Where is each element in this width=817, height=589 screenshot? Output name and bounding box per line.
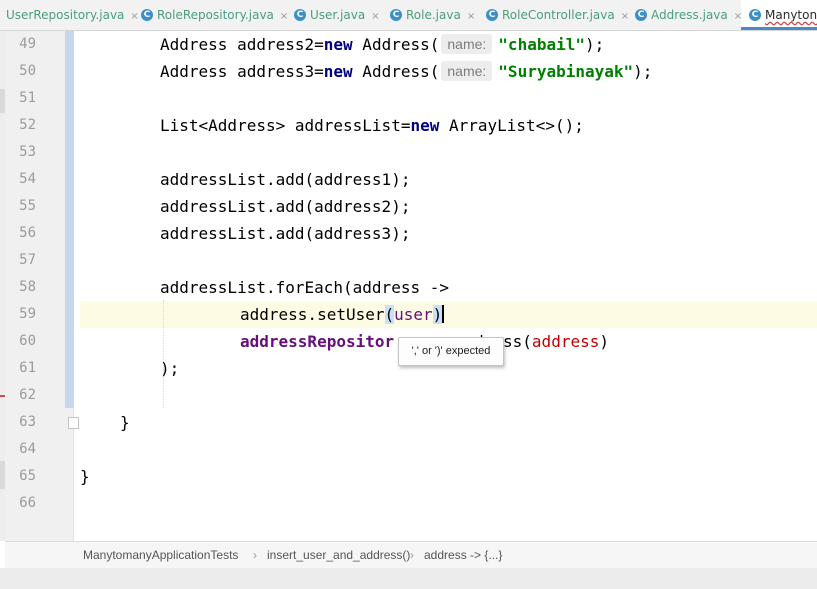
line-number: 62: [19, 387, 36, 403]
line-number: 54: [19, 171, 36, 187]
line-number: 52: [19, 117, 36, 133]
line-number: 56: [19, 225, 36, 241]
line-number: 51: [19, 90, 36, 106]
close-icon[interactable]: ×: [621, 11, 629, 22]
code-line-49: Address address2=new Address(name: "chaba…: [160, 34, 605, 54]
tab-manytomany-tests[interactable]: C Manyton: [741, 0, 817, 30]
tab-role[interactable]: C Role.java ×: [390, 0, 475, 30]
editor-tab-bar: UserRepository.java × C RoleRepository.jav…: [0, 0, 817, 31]
line-number: 58: [19, 279, 36, 295]
tab-label: Manyton: [765, 8, 817, 22]
tab-role-controller[interactable]: C RoleController.java ×: [486, 0, 629, 30]
brace-match: ): [432, 305, 443, 324]
tab-label: RoleController.java: [502, 8, 615, 22]
tab-label: UserRepository.java: [6, 8, 125, 22]
class-icon: C: [486, 8, 498, 21]
tab-label: Address.java: [651, 8, 728, 22]
status-strip: [0, 568, 817, 589]
current-line-highlight: [80, 301, 817, 328]
tab-label: Role.java: [406, 8, 461, 22]
line-number: 61: [19, 360, 36, 376]
line-number: 50: [19, 63, 36, 79]
line-number: 55: [19, 198, 36, 214]
tab-label: RoleRepository.java: [157, 8, 274, 22]
class-icon: C: [294, 8, 306, 21]
breadcrumb-lambda[interactable]: address -> {...}: [424, 542, 502, 568]
parameter-hint: name:: [441, 61, 493, 81]
breadcrumb: ManytomanyApplicationTests › insert_user…: [5, 541, 817, 568]
class-icon: C: [635, 8, 647, 21]
line-number: 59: [19, 306, 36, 322]
error-tooltip: ',' or ')' expected: [398, 337, 504, 366]
parameter-hint: name:: [441, 34, 493, 54]
line-number-gutter: 49 50 51 52 53 54 55 56 57 58 59 60 61 6…: [5, 31, 74, 541]
close-icon[interactable]: ×: [280, 11, 288, 22]
indent-guide: [163, 300, 164, 408]
fold-toggle-icon[interactable]: [68, 417, 79, 429]
breadcrumb-separator: ›: [410, 548, 414, 562]
line-number: 66: [19, 495, 36, 511]
code-line-55: addressList.add(address2);: [160, 197, 411, 216]
code-line-54: addressList.add(address1);: [160, 170, 411, 189]
close-icon[interactable]: ×: [130, 11, 138, 22]
breadcrumb-class[interactable]: ManytomanyApplicationTests: [83, 542, 238, 568]
tab-role-repository[interactable]: C RoleRepository.java ×: [141, 0, 288, 30]
close-icon[interactable]: ×: [371, 11, 379, 22]
code-line-61: );: [160, 359, 180, 378]
line-number: 63: [19, 414, 36, 430]
code-line-56: addressList.add(address3);: [160, 224, 411, 243]
line-number: 53: [19, 144, 36, 160]
class-icon: C: [390, 8, 402, 21]
tab-user-repository[interactable]: UserRepository.java ×: [6, 0, 139, 30]
text-caret: [442, 305, 445, 323]
code-line-52: List<Address> addressList=new ArrayList<…: [160, 116, 584, 135]
line-number: 64: [19, 441, 36, 457]
tab-label: User.java: [310, 8, 366, 22]
brace-match: (: [384, 305, 395, 324]
close-icon[interactable]: ×: [467, 11, 475, 22]
line-number: 60: [19, 333, 36, 349]
line-number: 49: [19, 36, 36, 52]
breadcrumb-separator: ›: [253, 548, 257, 562]
tab-address[interactable]: C Address.java ×: [635, 0, 742, 30]
vcs-change-marker[interactable]: [65, 31, 74, 408]
line-number: 57: [19, 252, 36, 268]
class-icon: C: [749, 8, 761, 21]
code-line-63: }: [120, 413, 130, 432]
code-line-58: addressList.forEach(address ->: [160, 278, 449, 297]
class-icon: C: [141, 8, 153, 21]
code-line-50: Address address3=new Address(name: "Surya…: [160, 61, 653, 81]
code-line-65: }: [80, 467, 90, 486]
tab-user[interactable]: C User.java ×: [294, 0, 380, 30]
line-number: 65: [19, 468, 36, 484]
code-editor[interactable]: Address address2=new Address(name: "chaba…: [80, 31, 817, 541]
code-line-59: address.setUser(user): [240, 305, 445, 324]
breadcrumb-method[interactable]: insert_user_and_address(): [267, 542, 410, 568]
